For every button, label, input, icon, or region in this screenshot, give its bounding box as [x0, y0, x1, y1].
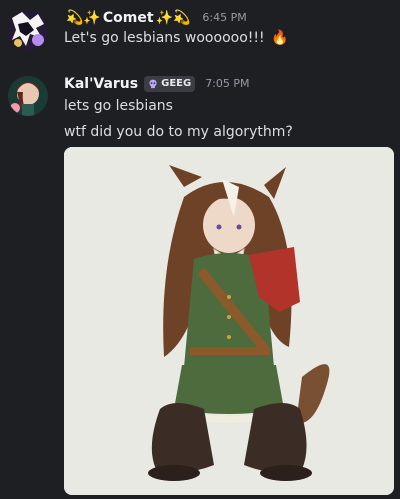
- username[interactable]: Kal'Varus: [64, 74, 138, 94]
- skull-icon: [149, 79, 157, 89]
- timestamp[interactable]: 6:45 PM: [202, 8, 246, 28]
- message-text: Let's go lesbians woooooo!!! 🔥: [64, 28, 392, 48]
- message-comet: 💫✨ Comet ✨💫 6:45 PM Let's go lesbians wo…: [0, 8, 400, 58]
- username-prefix-emoji: 💫✨: [66, 10, 101, 26]
- message-header: Kal'Varus GEEG 7:05 PM: [64, 74, 392, 94]
- avatar-comet-image: [8, 10, 48, 50]
- message-header: 💫✨ Comet ✨💫 6:45 PM: [64, 8, 392, 28]
- avatar-kalvarus[interactable]: [8, 76, 48, 116]
- guild-tag-badge[interactable]: GEEG: [144, 76, 196, 92]
- message-line: wtf did you do to my algorythm?: [64, 124, 293, 140]
- image-attachment[interactable]: [64, 147, 394, 495]
- username[interactable]: Comet: [103, 8, 154, 28]
- avatar-comet[interactable]: [8, 10, 48, 50]
- timestamp[interactable]: 7:05 PM: [205, 74, 249, 94]
- avatar-kalvarus-image: [8, 76, 48, 116]
- message-line: Let's go lesbians woooooo!!!: [64, 30, 265, 46]
- message-line: lets go lesbians: [64, 98, 173, 114]
- attachment-illustration: [64, 147, 394, 495]
- guild-tag-label: GEEG: [161, 78, 192, 89]
- username-suffix-emoji: ✨💫: [155, 10, 191, 26]
- fire-emoji-icon: 🔥: [271, 30, 289, 46]
